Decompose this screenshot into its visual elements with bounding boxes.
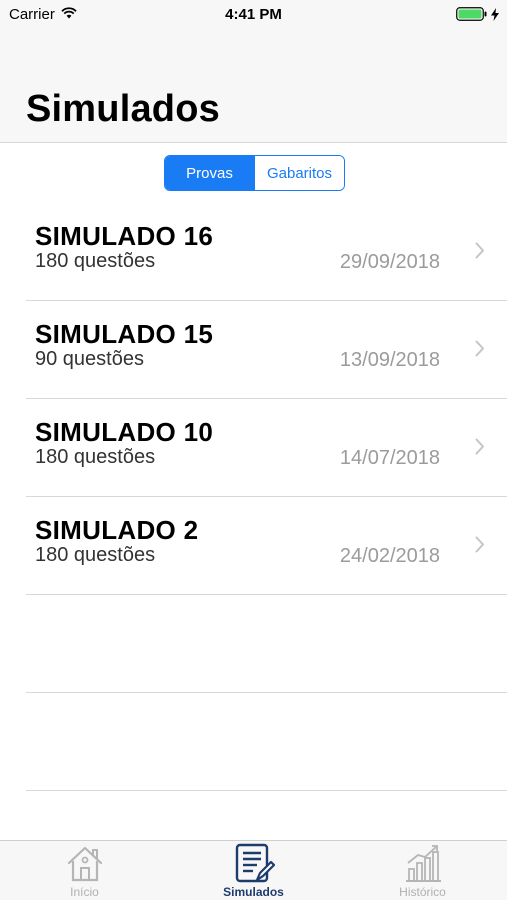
list-item[interactable]: SIMULADO 10 180 questões 14/07/2018 [26, 399, 507, 497]
document-edit-icon [233, 843, 275, 890]
question-count: 90 questões [35, 348, 144, 370]
status-time: 4:41 PM [225, 6, 282, 23]
empty-list-row [26, 595, 507, 693]
bar-chart-icon [403, 843, 443, 888]
simulado-title: SIMULADO 16 [35, 221, 214, 251]
simulado-title: SIMULADO 10 [35, 417, 214, 447]
house-icon [65, 843, 105, 888]
navigation-header: Simulados [0, 28, 507, 143]
charging-bolt-icon [491, 7, 499, 26]
simulados-list: SIMULADO 16 180 questões 29/09/2018 SIMU… [0, 203, 507, 791]
question-count: 180 questões [35, 250, 156, 272]
chevron-right-icon [475, 536, 485, 558]
simulado-date: 24/02/2018 [339, 545, 440, 567]
segment-gabaritos[interactable]: Gabaritos [254, 156, 344, 190]
simulado-date: 29/09/2018 [339, 251, 440, 273]
list-item[interactable]: SIMULADO 16 180 questões 29/09/2018 [26, 203, 507, 301]
tab-historico[interactable]: Histórico [338, 841, 507, 900]
tab-label: Histórico [399, 885, 446, 899]
simulado-title: SIMULADO 2 [35, 515, 199, 545]
tab-inicio[interactable]: Início [0, 841, 169, 900]
chevron-right-icon [475, 340, 485, 362]
list-item[interactable]: SIMULADO 15 90 questões 13/09/2018 [26, 301, 507, 399]
tab-label: Simulados [223, 885, 284, 899]
simulado-date: 13/09/2018 [339, 349, 440, 371]
tab-simulados[interactable]: Simulados [169, 841, 338, 900]
empty-list-row [26, 693, 507, 791]
chevron-right-icon [475, 242, 485, 264]
question-count: 180 questões [35, 446, 156, 468]
list-item[interactable]: SIMULADO 2 180 questões 24/02/2018 [26, 497, 507, 595]
question-count: 180 questões [35, 544, 156, 566]
battery-icon [456, 7, 488, 26]
segment-provas[interactable]: Provas [165, 156, 254, 190]
simulado-date: 14/07/2018 [339, 447, 440, 469]
status-right [456, 7, 499, 26]
simulado-title: SIMULADO 15 [35, 319, 214, 349]
tab-bar: Início Simulados Histórico [0, 840, 507, 900]
tab-label: Início [70, 885, 99, 899]
status-bar: Carrier 4:41 PM [0, 0, 507, 28]
chevron-right-icon [475, 438, 485, 460]
page-title: Simulados [26, 88, 220, 130]
segmented-control: Provas Gabaritos [164, 155, 345, 191]
